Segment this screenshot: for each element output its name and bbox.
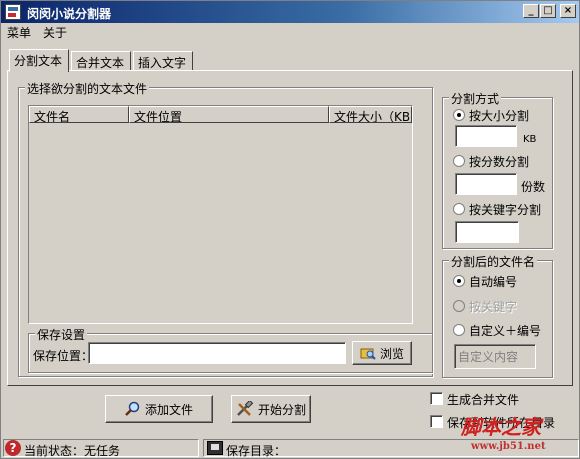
start-split-label: 开始分割 [257, 402, 306, 417]
split-by-size-label: 按大小分割 [469, 109, 530, 123]
help-icon: ? [5, 440, 21, 456]
split-count-input[interactable] [455, 173, 517, 195]
filename-auto-label: 自动编号 [469, 275, 518, 289]
start-split-button[interactable]: 开始分割 [231, 395, 311, 423]
filename-keyword-radio[interactable] [453, 300, 465, 312]
merge-file-label: 生成合并文件 [447, 393, 520, 407]
split-by-count-label: 按分数分割 [469, 155, 530, 169]
split-mode-legend: 分割方式 [449, 90, 502, 107]
column-header-filename[interactable]: 文件名 [29, 106, 129, 123]
window-title: 闵闵小说分割器 [27, 7, 112, 21]
split-by-keyword-label: 按关键字分割 [469, 203, 542, 217]
column-header-location[interactable]: 文件位置 [129, 106, 329, 123]
split-by-count-radio[interactable] [453, 155, 465, 167]
add-file-button[interactable]: 添加文件 [105, 395, 213, 423]
filename-keyword-label: 按关键字 [469, 300, 518, 314]
minimize-button[interactable]: _ [523, 4, 539, 18]
tab-merge-text[interactable]: 合并文本 [71, 51, 131, 71]
magnifier-icon [125, 401, 140, 416]
browse-button[interactable]: 浏览 [352, 341, 412, 365]
watermark-url: www.jb51.net [471, 441, 546, 452]
file-list[interactable]: 文件名 文件位置 文件大小（KB） [28, 105, 413, 324]
filename-auto-radio[interactable] [453, 275, 465, 287]
menu-bar: 菜单 关于 [1, 23, 579, 41]
tab-split-text[interactable]: 分割文本 [9, 49, 69, 72]
filename-custom-radio[interactable] [453, 324, 465, 336]
filename-mode-legend: 分割后的文件名 [449, 253, 538, 270]
status-state-value: 无任务 [84, 444, 121, 458]
split-by-keyword-radio[interactable] [453, 203, 465, 215]
save-location-label: 保存位置： [33, 349, 94, 363]
save-same-dir-checkbox[interactable] [430, 415, 443, 428]
filename-custom-label: 自定义＋编号 [469, 324, 542, 338]
file-list-header: 文件名 文件位置 文件大小（KB） [29, 106, 412, 123]
menu-item-menu[interactable]: 菜单 [5, 24, 33, 41]
merge-file-checkbox[interactable] [430, 392, 443, 405]
save-location-input[interactable] [88, 342, 346, 364]
status-state-label: 当前状态： [24, 444, 85, 458]
tools-icon [237, 401, 254, 416]
custom-content-input[interactable] [454, 344, 536, 369]
close-button[interactable]: × [560, 4, 576, 18]
split-keyword-input[interactable] [455, 221, 519, 243]
split-size-unit: KB [523, 134, 537, 145]
status-dir-label: 保存目录： [226, 444, 287, 458]
status-pane-state: ? 当前状态： 无任务 [3, 439, 199, 458]
save-icon [207, 441, 223, 455]
add-file-label: 添加文件 [144, 402, 193, 417]
select-file-legend: 选择欲分割的文本文件 [25, 80, 150, 97]
app-icon[interactable] [5, 4, 21, 20]
browse-button-label: 浏览 [379, 346, 404, 361]
column-header-size[interactable]: 文件大小（KB） [329, 106, 412, 123]
tab-insert-text[interactable]: 插入文字 [133, 51, 193, 71]
maximize-button[interactable]: □ [540, 4, 556, 18]
split-count-unit: 份数 [521, 180, 546, 194]
folder-search-icon [360, 348, 376, 360]
menu-item-about[interactable]: 关于 [41, 24, 69, 41]
save-settings-legend: 保存设置 [35, 326, 88, 343]
split-by-size-radio[interactable] [453, 109, 465, 121]
title-bar[interactable]: 闵闵小说分割器 _ □ × [1, 1, 579, 23]
app-window: 闵闵小说分割器 _ □ × 菜单 关于 分割文本 合并文本 插入文字 选择欲分割… [0, 0, 580, 459]
watermark-logo: 脚本之家 [461, 415, 541, 439]
split-size-input[interactable] [455, 125, 517, 147]
